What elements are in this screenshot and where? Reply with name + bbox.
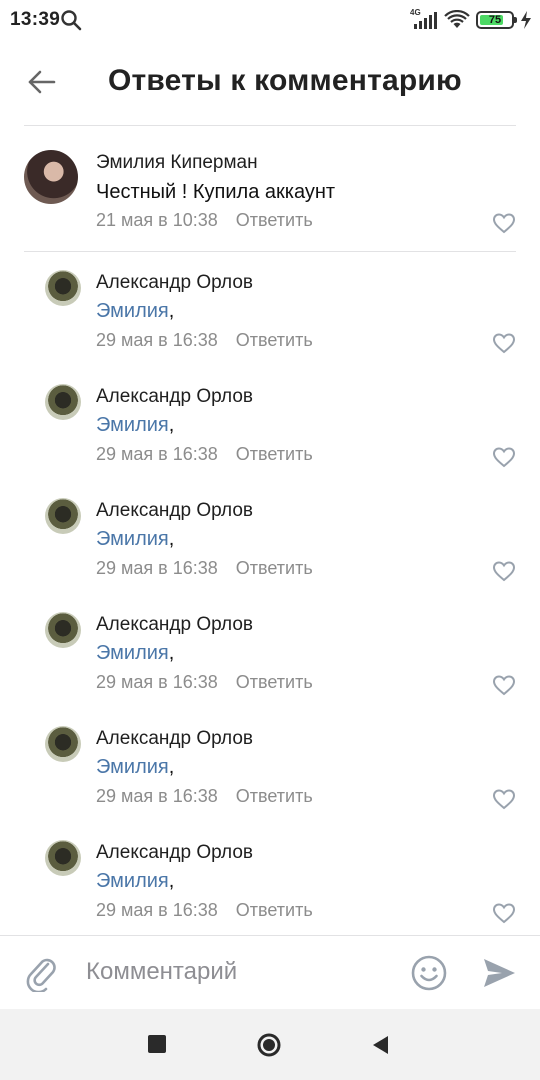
- comment-author[interactable]: Александр Орлов: [96, 272, 253, 294]
- heart-icon[interactable]: [492, 332, 516, 354]
- comment-input[interactable]: [86, 952, 396, 992]
- emoji-icon[interactable]: [410, 954, 448, 992]
- wifi-icon: [444, 10, 470, 28]
- mention-link[interactable]: Эмилия: [96, 870, 169, 892]
- recents-button[interactable]: [148, 1035, 166, 1053]
- comment-date: 29 мая в 16:38: [96, 672, 218, 692]
- avatar[interactable]: [45, 498, 81, 534]
- system-navigation-bar: [0, 1009, 540, 1080]
- mention-link[interactable]: Эмилия: [96, 756, 169, 778]
- page-title: Ответы к комментарию: [108, 64, 462, 97]
- comment-meta: 29 мая в 16:38 Ответить: [96, 330, 313, 351]
- comment-mention: Эмилия,: [96, 756, 174, 779]
- search-icon: [61, 10, 82, 31]
- comment-date: 29 мая в 16:38: [96, 558, 218, 578]
- comment-author[interactable]: Александр Орлов: [96, 500, 253, 522]
- reply-button[interactable]: Ответить: [236, 210, 313, 231]
- heart-icon[interactable]: [492, 902, 516, 924]
- comment-date: 29 мая в 16:38: [96, 900, 218, 920]
- avatar[interactable]: [45, 840, 81, 876]
- reply-button[interactable]: Ответить: [236, 558, 313, 579]
- comment-date: 29 мая в 16:38: [96, 444, 218, 464]
- comment-mention: Эмилия,: [96, 414, 174, 437]
- comment-text: Честный ! Купила аккаунт: [96, 181, 336, 203]
- mention-suffix: ,: [168, 414, 175, 436]
- avatar[interactable]: [24, 150, 78, 204]
- reply-comment: Александр Орлов Эмилия, 29 мая в 16:38 О…: [0, 594, 540, 708]
- charging-icon: [521, 11, 531, 29]
- comment-meta: 21 мая в 10:38 Ответить: [96, 210, 313, 231]
- comment-mention: Эмилия,: [96, 300, 174, 323]
- avatar[interactable]: [45, 726, 81, 762]
- reply-button[interactable]: Ответить: [236, 672, 313, 693]
- comment-author[interactable]: Александр Орлов: [96, 728, 253, 750]
- comment-date: 29 мая в 16:38: [96, 786, 218, 806]
- heart-icon[interactable]: [492, 446, 516, 468]
- heart-icon[interactable]: [492, 560, 516, 582]
- status-time: 13:39: [10, 9, 61, 30]
- root-comment: Эмилия Киперман Честный ! Купила аккаунт…: [0, 126, 540, 252]
- heart-icon[interactable]: [492, 788, 516, 810]
- header: Ответы к комментарию: [0, 40, 540, 126]
- root-divider: [24, 251, 516, 252]
- comment-mention: Эмилия,: [96, 642, 174, 665]
- reply-button[interactable]: Ответить: [236, 786, 313, 807]
- send-icon[interactable]: [480, 954, 518, 992]
- comment-date: 21 мая в 10:38: [96, 210, 218, 230]
- comment-meta: 29 мая в 16:38 Ответить: [96, 672, 313, 693]
- comment-author[interactable]: Эмилия Киперман: [96, 152, 258, 174]
- reply-button[interactable]: Ответить: [236, 444, 313, 465]
- comment-author[interactable]: Александр Орлов: [96, 614, 253, 636]
- mention-link[interactable]: Эмилия: [96, 642, 169, 664]
- comment-author[interactable]: Александр Орлов: [96, 842, 253, 864]
- heart-icon[interactable]: [492, 212, 516, 234]
- status-icons: 4G 75: [410, 8, 532, 32]
- comment-meta: 29 мая в 16:38 Ответить: [96, 558, 313, 579]
- signal-icon: 4G: [410, 8, 438, 30]
- heart-icon[interactable]: [492, 674, 516, 696]
- comment-meta: 29 мая в 16:38 Ответить: [96, 444, 313, 465]
- mention-suffix: ,: [168, 528, 175, 550]
- paperclip-icon[interactable]: [24, 954, 62, 992]
- avatar[interactable]: [45, 384, 81, 420]
- mention-suffix: ,: [168, 642, 175, 664]
- replies: Александр Орлов Эмилия, 29 мая в 16:38 О…: [0, 252, 540, 936]
- reply-button[interactable]: Ответить: [236, 330, 313, 351]
- comment-author[interactable]: Александр Орлов: [96, 386, 253, 408]
- comment-date: 29 мая в 16:38: [96, 330, 218, 350]
- comment-mention: Эмилия,: [96, 528, 174, 551]
- mention-link[interactable]: Эмилия: [96, 528, 169, 550]
- mention-suffix: ,: [168, 300, 175, 322]
- mention-link[interactable]: Эмилия: [96, 300, 169, 322]
- reply-comment: Александр Орлов Эмилия, 29 мая в 16:38 О…: [0, 480, 540, 594]
- comment-mention: Эмилия,: [96, 870, 174, 893]
- comment-composer: [0, 935, 540, 1009]
- comments-list: Эмилия Киперман Честный ! Купила аккаунт…: [0, 126, 540, 936]
- battery-percent: 75: [488, 14, 502, 26]
- mention-suffix: ,: [168, 756, 175, 778]
- comment-meta: 29 мая в 16:38 Ответить: [96, 900, 313, 921]
- reply-comment: Александр Орлов Эмилия, 29 мая в 16:38 О…: [0, 822, 540, 936]
- status-bar: 13:39 4G 75: [0, 0, 540, 40]
- back-button[interactable]: [370, 1034, 390, 1056]
- reply-comment: Александр Орлов Эмилия, 29 мая в 16:38 О…: [0, 252, 540, 366]
- home-button[interactable]: [257, 1033, 281, 1057]
- reply-button[interactable]: Ответить: [236, 900, 313, 921]
- comment-meta: 29 мая в 16:38 Ответить: [96, 786, 313, 807]
- battery-icon: 75: [476, 11, 517, 29]
- arrow-left-icon[interactable]: [22, 62, 62, 102]
- reply-comment: Александр Орлов Эмилия, 29 мая в 16:38 О…: [0, 708, 540, 822]
- reply-comment: Александр Орлов Эмилия, 29 мая в 16:38 О…: [0, 366, 540, 480]
- avatar[interactable]: [45, 612, 81, 648]
- avatar[interactable]: [45, 270, 81, 306]
- mention-link[interactable]: Эмилия: [96, 414, 169, 436]
- mention-suffix: ,: [168, 870, 175, 892]
